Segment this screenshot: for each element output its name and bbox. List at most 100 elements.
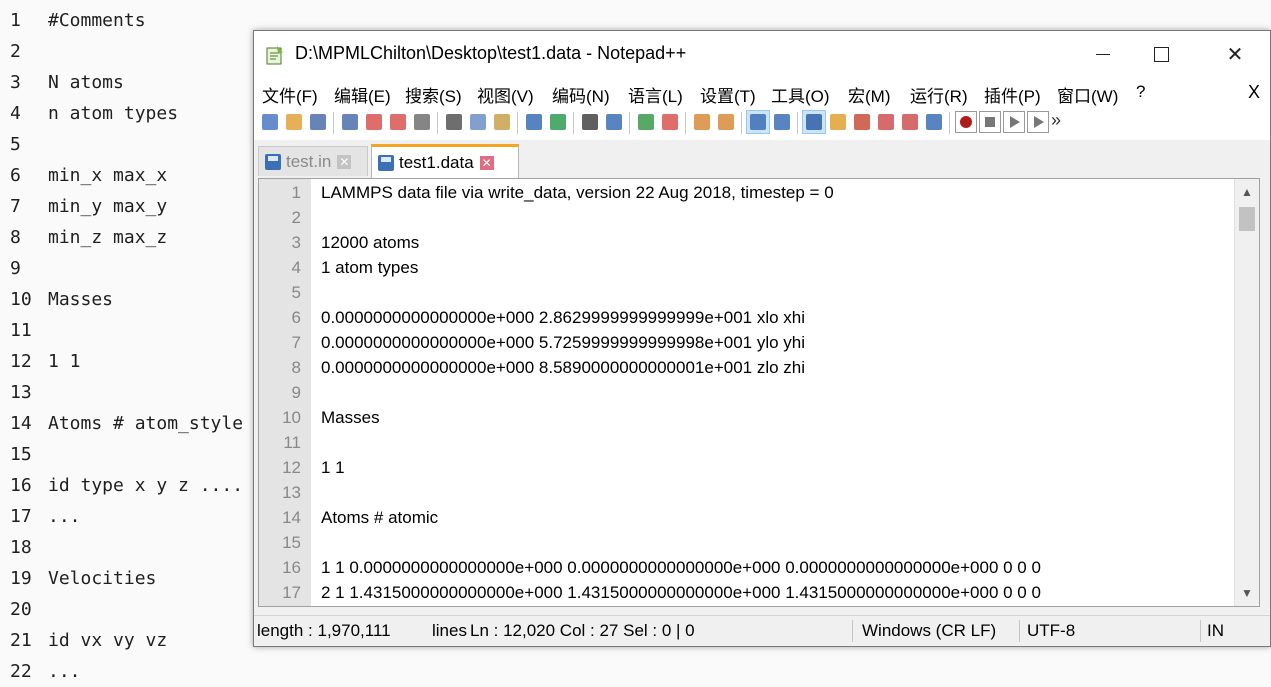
scroll-thumb[interactable] — [1239, 207, 1255, 231]
menu-item-3[interactable]: 视图(V) — [477, 82, 534, 107]
line-number: 20 — [10, 599, 32, 620]
line-text: id vx vy vz — [48, 630, 168, 651]
toolbar-separator — [949, 112, 950, 134]
code-line[interactable]: 13 — [259, 480, 1239, 505]
status-lines: lines — [432, 621, 467, 640]
function-list-icon[interactable] — [875, 111, 897, 133]
line-number: 1 — [291, 183, 301, 202]
editor-area[interactable]: 1 LAMMPS data file via write_data, versio… — [258, 178, 1260, 607]
maximize-button[interactable] — [1138, 31, 1184, 78]
zoom-out-icon[interactable] — [659, 111, 681, 133]
menu-item-0[interactable]: 文件(F) — [262, 82, 318, 107]
status-encoding[interactable]: UTF-8 — [1027, 621, 1187, 641]
code-line[interactable]: 5 — [259, 280, 1239, 305]
toolbar-separator — [685, 112, 686, 134]
line-number: 13 — [10, 382, 32, 403]
sync-vertical-icon[interactable] — [691, 111, 713, 133]
menu-item-10[interactable]: 插件(P) — [984, 82, 1041, 107]
code-line[interactable]: 6 0.0000000000000000e+000 2.8629999999999… — [259, 305, 1239, 330]
code-line[interactable]: 3 12000 atoms — [259, 230, 1239, 255]
code-line[interactable]: 7 0.0000000000000000e+000 5.7259999999999… — [259, 330, 1239, 355]
code-line[interactable]: 14 Atoms # atomic — [259, 505, 1239, 530]
monitoring-icon[interactable] — [923, 111, 945, 133]
line-number: 17 — [10, 506, 32, 527]
code-line[interactable]: 8 0.0000000000000000e+000 8.5890000000000… — [259, 355, 1239, 380]
indent-guide-icon[interactable] — [802, 110, 826, 134]
stop-record-icon[interactable] — [979, 111, 1001, 133]
record-macro-icon[interactable] — [955, 111, 977, 133]
toolbar: » — [254, 106, 1270, 140]
code-line[interactable]: 9 — [259, 380, 1239, 405]
show-all-characters-icon[interactable] — [771, 111, 793, 133]
maximize-icon — [1153, 47, 1169, 62]
line-text: Velocities — [48, 568, 157, 589]
zoom-in-icon[interactable] — [635, 111, 657, 133]
tab-test-in[interactable]: test.in ✕ — [258, 146, 368, 176]
code-line[interactable]: 12 1 1 — [259, 455, 1239, 480]
scroll-up-icon[interactable]: ▲ — [1235, 181, 1259, 203]
paste-icon[interactable] — [491, 111, 513, 133]
more-icon[interactable]: » — [1051, 111, 1073, 133]
status-eol[interactable]: Windows (CR LF) — [862, 621, 1012, 641]
code-line[interactable]: 11 — [259, 430, 1239, 455]
line-number: 16 — [282, 558, 301, 577]
menu-item-1[interactable]: 编辑(E) — [334, 82, 391, 107]
code-line[interactable]: 1 LAMMPS data file via write_data, versio… — [259, 180, 1239, 205]
close-all-icon[interactable] — [387, 111, 409, 133]
code-line[interactable]: 4 1 atom types — [259, 255, 1239, 280]
menu-item-12[interactable]: ? — [1136, 82, 1145, 102]
line-text: 0.0000000000000000e+000 2.86299999999999… — [321, 308, 806, 327]
title-bar[interactable]: D:\MPMLChilton\Desktop\test1.data - Note… — [254, 31, 1270, 78]
menu-item-4[interactable]: 编码(N) — [552, 82, 610, 107]
find-icon[interactable] — [579, 111, 601, 133]
minimize-button[interactable] — [1080, 31, 1126, 78]
line-text: 2 1 1.4315000000000000e+000 1.4315000000… — [321, 583, 1041, 602]
menu-item-2[interactable]: 搜索(S) — [405, 82, 462, 107]
new-file-icon[interactable] — [259, 111, 281, 133]
line-text: ... — [48, 506, 81, 527]
line-text: min_x max_x — [48, 165, 168, 186]
cut-icon[interactable] — [443, 111, 465, 133]
line-number: 7 — [291, 333, 301, 352]
menu-bar: X 文件(F) 编辑(E) 搜索(S) 视图(V) 编码(N) 语言(L) 设置(T) 工具(… — [254, 78, 1270, 106]
save-icon[interactable] — [307, 111, 329, 133]
close-icon[interactable] — [363, 111, 385, 133]
code-line[interactable]: 10 Masses — [259, 405, 1239, 430]
undo-icon[interactable] — [523, 111, 545, 133]
document-map-icon[interactable] — [851, 111, 873, 133]
copy-icon[interactable] — [467, 111, 489, 133]
code-line[interactable]: 17 2 1 1.4315000000000000e+000 1.43150000… — [259, 580, 1239, 605]
vertical-scrollbar[interactable]: ▲ ▼ — [1234, 179, 1259, 606]
play-macro-icon[interactable] — [1003, 111, 1025, 133]
print-icon[interactable] — [411, 111, 433, 133]
menu-item-6[interactable]: 设置(T) — [700, 82, 756, 107]
code-line[interactable]: 15 — [259, 530, 1239, 555]
close-document-button[interactable]: X — [1248, 82, 1260, 103]
toolbar-separator — [797, 112, 798, 134]
open-file-icon[interactable] — [283, 111, 305, 133]
redo-icon[interactable] — [547, 111, 569, 133]
menu-item-7[interactable]: 工具(O) — [771, 82, 830, 107]
line-text: 1 1 — [48, 351, 81, 372]
menu-item-5[interactable]: 语言(L) — [628, 82, 683, 107]
word-wrap-icon[interactable] — [746, 110, 770, 134]
code-line[interactable]: 2 — [259, 205, 1239, 230]
menu-item-8[interactable]: 宏(M) — [848, 82, 890, 107]
menu-item-11[interactable]: 窗口(W) — [1057, 82, 1118, 107]
sync-horizontal-icon[interactable] — [715, 111, 737, 133]
folder-as-workspace-icon[interactable] — [827, 111, 849, 133]
toolbar-separator — [741, 112, 742, 134]
document-list-icon[interactable] — [899, 111, 921, 133]
close-window-button[interactable]: ✕ — [1212, 31, 1258, 78]
save-all-icon[interactable] — [339, 111, 361, 133]
close-tab-icon[interactable]: ✕ — [479, 155, 494, 170]
code-line[interactable]: 16 1 1 0.0000000000000000e+000 0.00000000… — [259, 555, 1239, 580]
replace-icon[interactable] — [603, 111, 625, 133]
run-macro-multiple-icon[interactable] — [1027, 111, 1049, 133]
scroll-down-icon[interactable]: ▼ — [1235, 582, 1259, 604]
menu-item-9[interactable]: 运行(R) — [910, 82, 968, 107]
line-number: 6 — [10, 165, 21, 186]
tab-test1-data[interactable]: test1.data ✕ — [371, 144, 519, 178]
close-tab-icon[interactable]: ✕ — [337, 154, 352, 169]
line-number: 18 — [10, 537, 32, 558]
